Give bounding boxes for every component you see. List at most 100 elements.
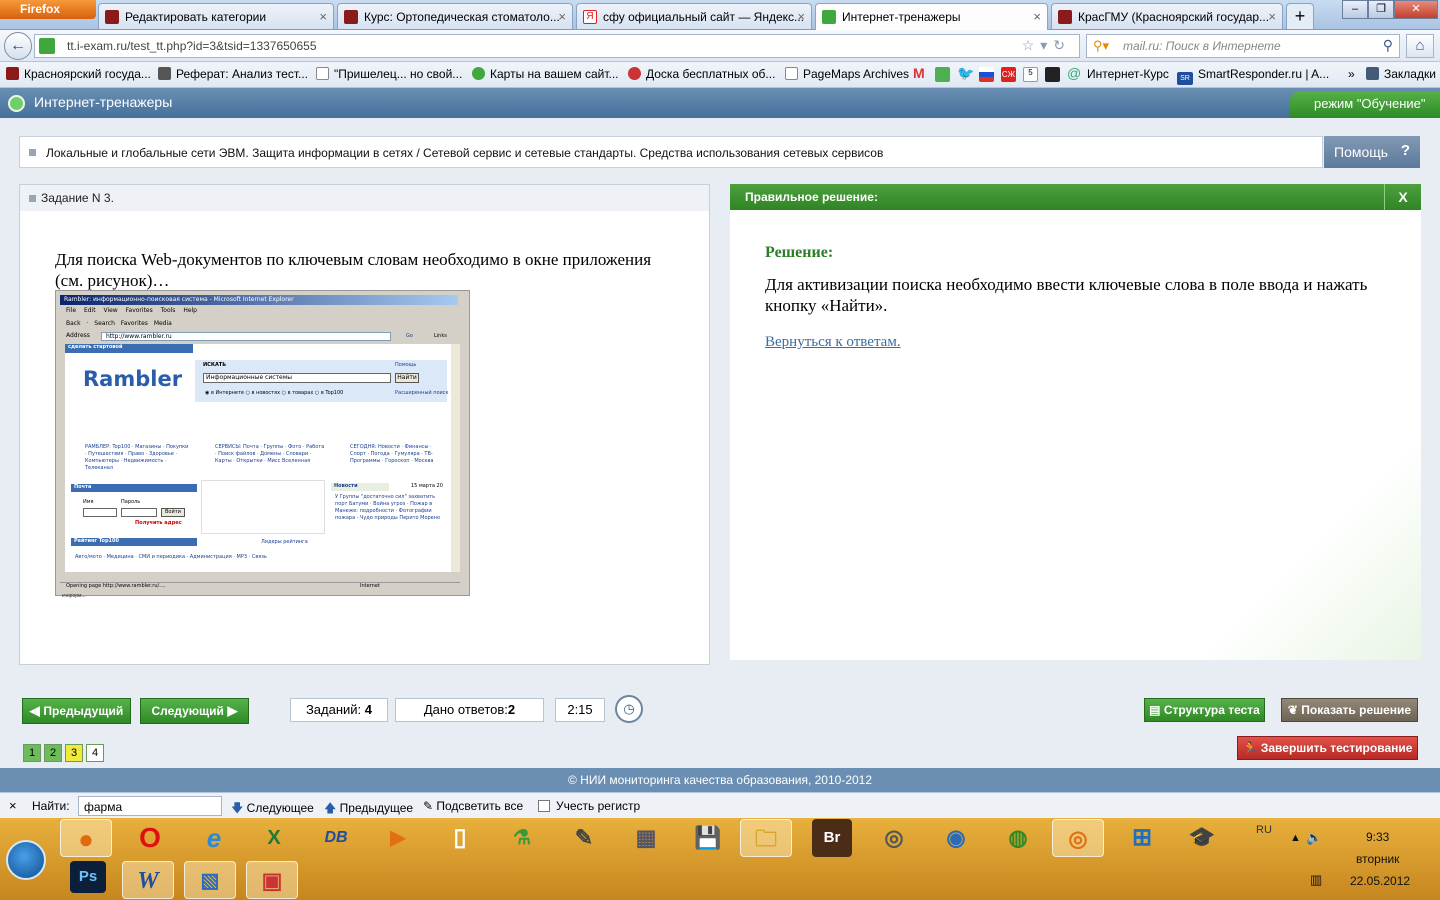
figure-scrollbar: [451, 344, 460, 572]
minimize-button[interactable]: ‒: [1342, 0, 1368, 19]
chart-icon[interactable]: [935, 67, 950, 82]
home-button[interactable]: ⌂: [1406, 34, 1434, 58]
floppy-icon[interactable]: 💾: [682, 819, 734, 857]
bookmark-star-icon[interactable]: ☆▾↻: [1022, 37, 1071, 54]
network-icon[interactable]: ⚗: [496, 819, 548, 857]
twitter-icon[interactable]: 🐦: [957, 65, 974, 81]
bookmark-item[interactable]: PageMaps Archives: [785, 67, 909, 81]
antivirus-icon[interactable]: ◎: [1052, 819, 1104, 857]
bridge-icon[interactable]: Br: [812, 819, 852, 857]
joomla-icon[interactable]: [1045, 67, 1060, 82]
globe-icon[interactable]: ◉: [930, 819, 982, 857]
search-input[interactable]: ⚲▾ mail.ru: Поиск в Интернете ⚲: [1086, 34, 1400, 58]
photoshop-icon[interactable]: Ps: [70, 861, 106, 893]
bookmark-item[interactable]: Красноярский госуда...: [6, 67, 151, 81]
test-structure-button[interactable]: ▤ Структура теста: [1144, 698, 1265, 722]
windows-grid-icon[interactable]: ⊞: [1116, 819, 1168, 857]
bookmark-item[interactable]: Доска бесплатных об...: [628, 67, 775, 81]
bookmarks-menu-button[interactable]: Закладки: [1366, 67, 1436, 81]
figure-window-title: Rambler: информационно-поисковая система…: [60, 295, 458, 305]
previous-button[interactable]: ◀ Предыдущий: [22, 698, 131, 724]
maximize-button[interactable]: ❐: [1368, 0, 1394, 19]
task-page-button[interactable]: 4: [86, 744, 104, 762]
find-input[interactable]: фарма: [78, 796, 222, 816]
db-icon[interactable]: DB: [310, 819, 362, 857]
powerpoint-icon[interactable]: ▣: [246, 861, 298, 899]
new-tab-button[interactable]: +: [1286, 3, 1314, 29]
firefox-menu-button[interactable]: Firefox: [0, 0, 96, 19]
find-bar: × Найти: фарма 🡇 Следующее 🡅 Предыдущее …: [0, 792, 1440, 818]
next-button[interactable]: Следующий ▶: [140, 698, 249, 724]
paint-icon[interactable]: ✎: [558, 819, 610, 857]
file-icon[interactable]: ▯: [434, 819, 486, 857]
task-page-button[interactable]: 3: [65, 744, 83, 762]
gmail-icon[interactable]: M: [913, 65, 928, 81]
url-bar[interactable]: tt.i-exam.ru/test_tt.php?id=3&tsid=13376…: [34, 34, 1080, 58]
find-next-button[interactable]: 🡇 Следующее: [231, 799, 314, 820]
help-label: Помощь: [1334, 144, 1389, 160]
timer: 2:15: [555, 698, 605, 722]
back-button[interactable]: ←: [4, 32, 32, 60]
tab-label: Редактировать категории: [125, 10, 267, 24]
bookmark-item[interactable]: SR SmartResponder.ru | A...: [1177, 67, 1329, 85]
tab-internet-trainers[interactable]: Интернет-тренажеры ×: [815, 3, 1048, 30]
sk-icon[interactable]: СЖ: [1001, 67, 1016, 82]
tab-edit-categories[interactable]: Редактировать категории ×: [98, 3, 334, 29]
task-page-button[interactable]: 1: [23, 744, 41, 762]
firefox-icon[interactable]: ●: [60, 819, 112, 857]
media-icon[interactable]: ▶: [372, 819, 424, 857]
help-button[interactable]: Помощь ?: [1324, 136, 1420, 168]
graduate-icon[interactable]: 🎓: [1176, 819, 1228, 857]
at-icon[interactable]: @: [1067, 65, 1082, 81]
tab-krasgmu[interactable]: КрасГМУ (Красноярский государ... ×: [1051, 3, 1283, 29]
russia-flag-icon[interactable]: [979, 67, 994, 82]
close-window-button[interactable]: ✕: [1394, 0, 1438, 19]
disk-icon[interactable]: ◎: [868, 819, 920, 857]
excel-icon[interactable]: X: [248, 819, 300, 857]
highlight-all-button[interactable]: ✎ Подсветить все: [423, 799, 523, 813]
paint-app-icon[interactable]: ▧: [184, 861, 236, 899]
figure-rambler-column: РАМБЛЕР: Top100 · Магазины · Покупки · П…: [85, 444, 189, 471]
search-engine-icon[interactable]: ⚲▾: [1093, 38, 1109, 54]
calculator-icon[interactable]: ▦: [620, 819, 672, 857]
bookmark-item[interactable]: Интернет-Курс: [1087, 67, 1169, 81]
show-hidden-icons-icon[interactable]: ▲: [1290, 832, 1301, 844]
bullet-icon: [29, 195, 36, 202]
close-tab-icon[interactable]: ×: [319, 9, 327, 24]
close-solution-button[interactable]: X: [1384, 184, 1421, 210]
tab-orthopedic-course[interactable]: Курс: Ортопедическая стоматоло... ×: [337, 3, 573, 29]
find-previous-button[interactable]: 🡅 Предыдущее: [324, 799, 413, 820]
volume-icon[interactable]: 🔈: [1306, 830, 1322, 846]
tasks-count: Заданий: 4: [290, 698, 388, 722]
page-icon[interactable]: 5: [1023, 67, 1038, 82]
language-indicator[interactable]: RU: [1256, 824, 1272, 836]
clock-time[interactable]: 9:33: [1366, 830, 1389, 844]
close-tab-icon[interactable]: ×: [1033, 9, 1041, 24]
task-page-button[interactable]: 2: [44, 744, 62, 762]
show-solution-button[interactable]: ❦ Показать решение: [1281, 698, 1418, 722]
bookmark-item[interactable]: Реферат: Анализ тест...: [158, 67, 308, 81]
match-case-checkbox[interactable]: Учесть регистр: [538, 799, 640, 813]
bookmark-item[interactable]: "Пришелец... но свой...: [316, 67, 462, 81]
bookmark-favicon-icon: [628, 67, 641, 80]
bookmark-item[interactable]: Карты на вашем сайт...: [472, 67, 619, 81]
start-button[interactable]: [6, 840, 46, 880]
bookmarks-overflow-button[interactable]: »: [1348, 67, 1355, 81]
figure-scopes: ◉ в Интернете ○ в новостях ○ в товарах ○…: [205, 390, 344, 396]
opera-icon[interactable]: O: [124, 819, 176, 857]
close-findbar-icon[interactable]: ×: [9, 798, 17, 813]
close-tab-icon[interactable]: ×: [1268, 9, 1276, 24]
close-tab-icon[interactable]: ×: [558, 9, 566, 24]
wifi-icon[interactable]: ◍: [992, 819, 1044, 857]
ie-icon[interactable]: e: [188, 819, 240, 857]
next-label: Следующий: [151, 704, 224, 718]
network-status-icon[interactable]: ▥: [1310, 872, 1322, 888]
folder-icon[interactable]: 🗀: [740, 819, 792, 857]
close-tab-icon[interactable]: ×: [797, 9, 805, 24]
tab-yandex-sfu[interactable]: Ясфу официальный сайт — Яндекс... ×: [576, 3, 812, 29]
search-icon[interactable]: ⚲: [1383, 37, 1393, 54]
back-to-answers-link[interactable]: Вернуться к ответам.: [765, 334, 901, 351]
finish-test-button[interactable]: 🏃 Завершить тестирование: [1237, 736, 1418, 760]
word-icon[interactable]: W: [122, 861, 174, 899]
bookmarks-toolbar: Красноярский госуда... Реферат: Анализ т…: [0, 62, 1440, 88]
